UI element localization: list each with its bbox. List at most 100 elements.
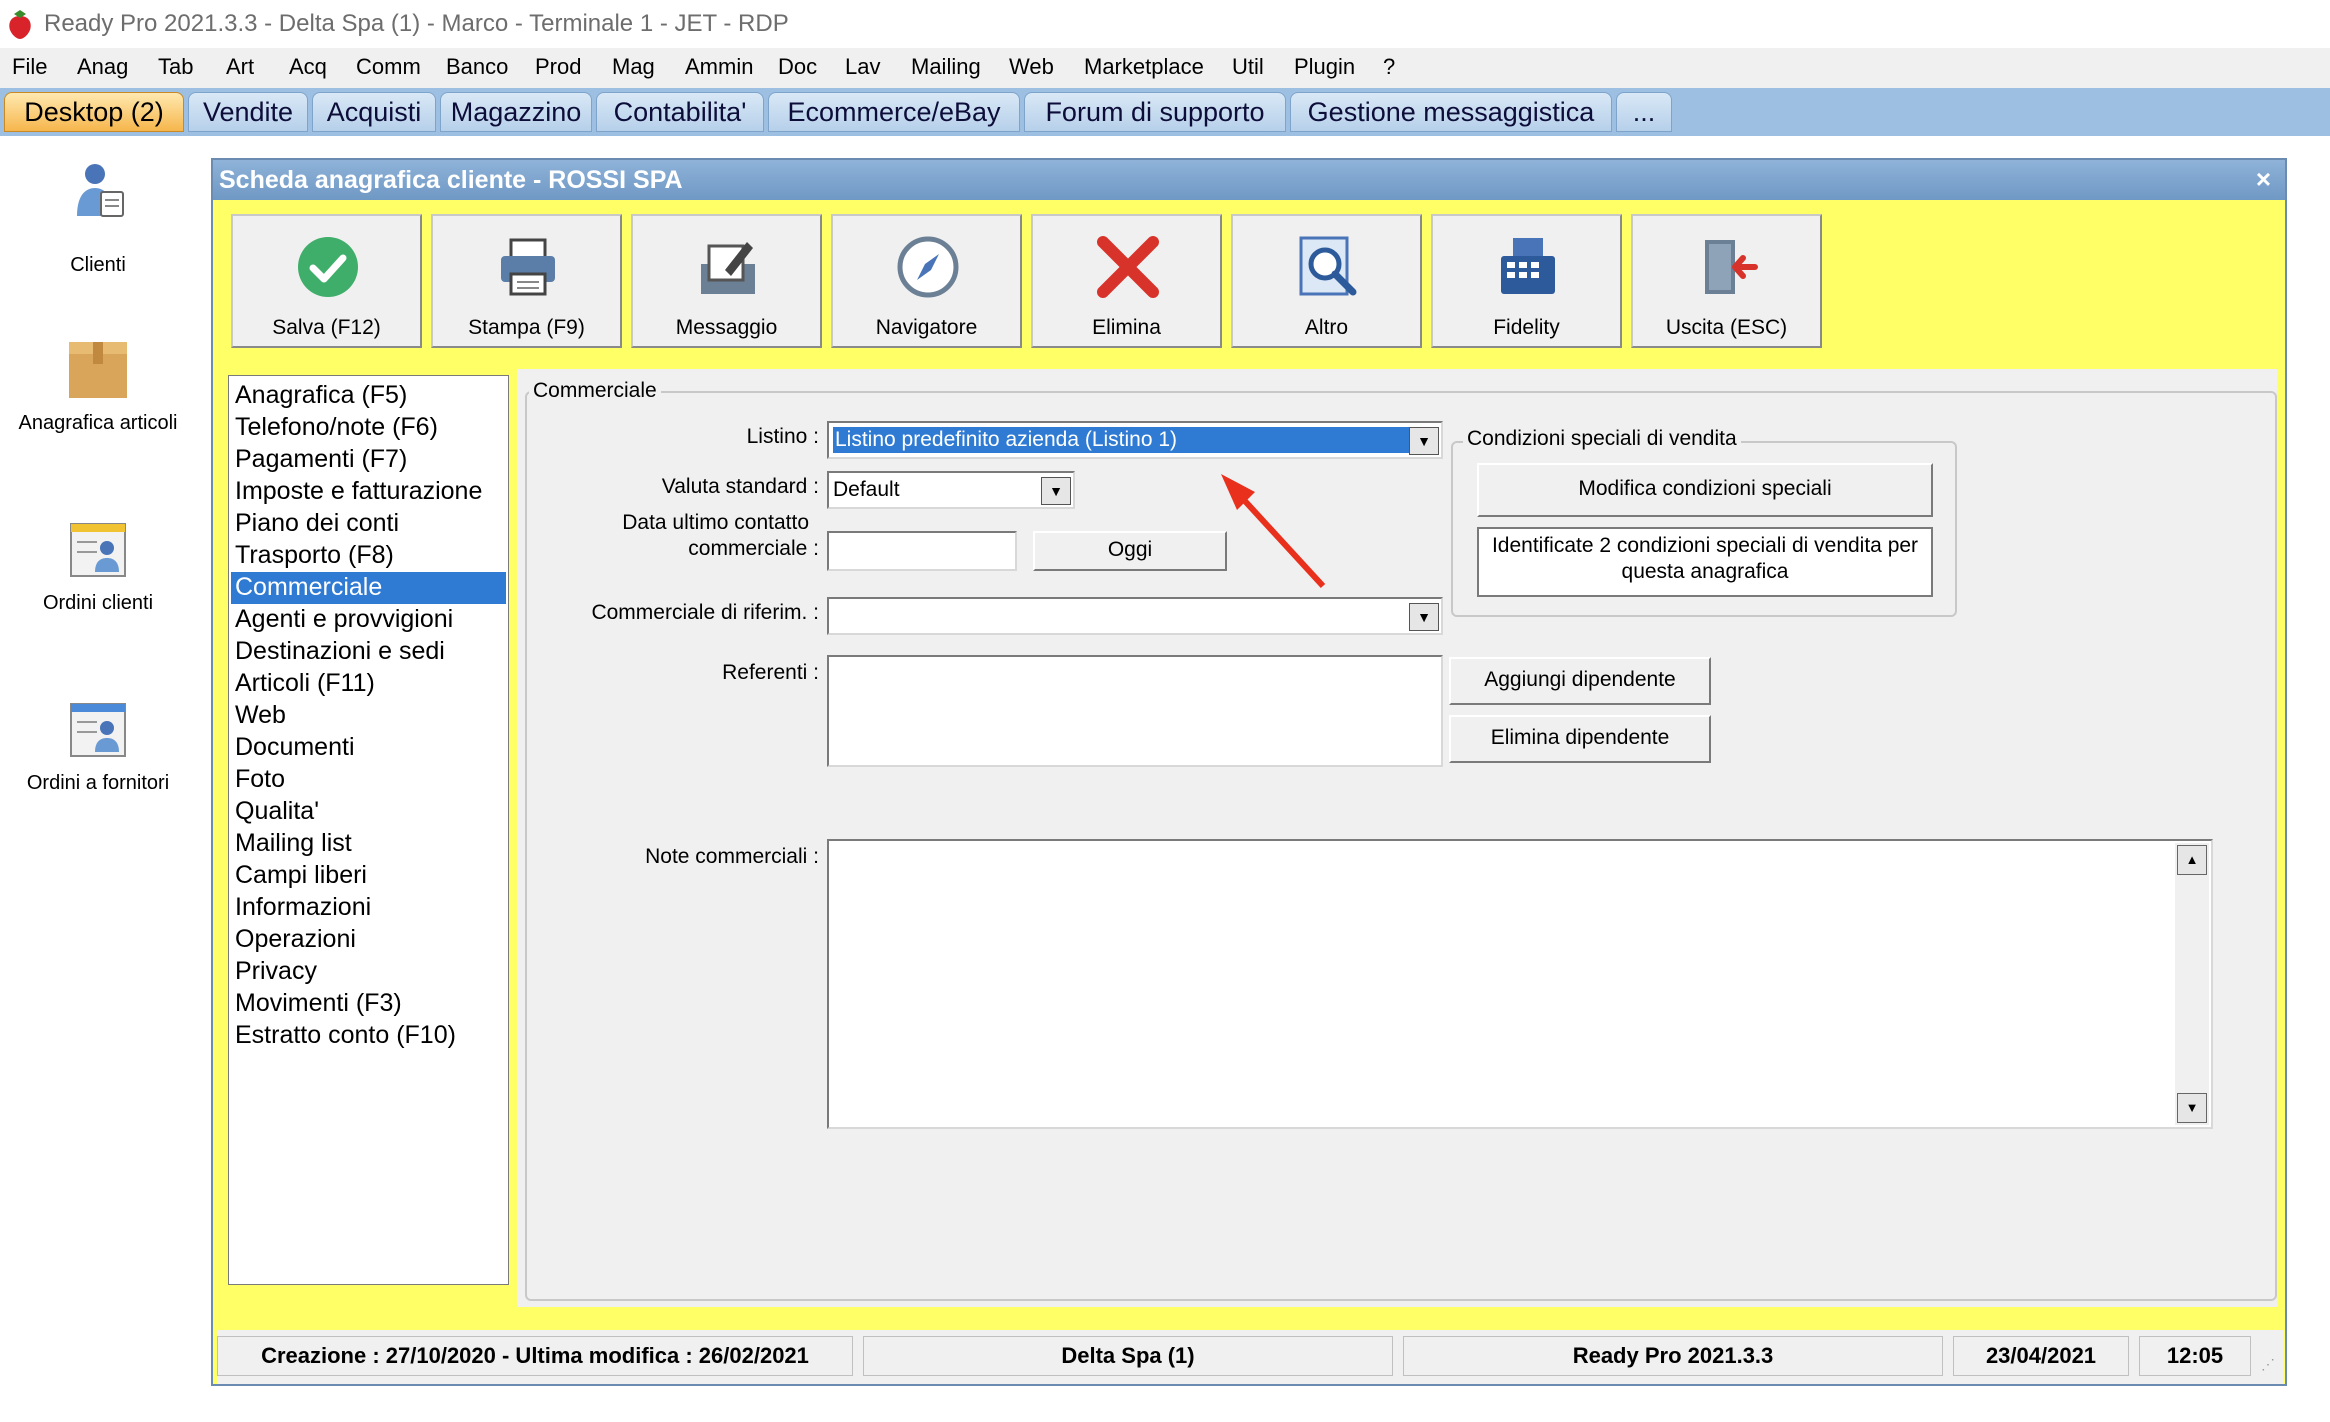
delete-x-icon (1097, 236, 1159, 298)
cash-register-icon (1501, 238, 1555, 294)
chevron-down-icon[interactable]: ▼ (1409, 427, 1439, 455)
desktop-icon-label: Clienti (70, 254, 126, 276)
nav-item-operazioni[interactable]: Operazioni (231, 924, 506, 956)
nav-item-commerciale[interactable]: Commerciale (231, 572, 506, 604)
tab-vendite[interactable]: Vendite (188, 92, 308, 132)
modifica-condizioni-button[interactable]: Modifica condizioni speciali (1477, 463, 1933, 517)
menu-tab[interactable]: Tab (158, 54, 193, 80)
commerciale-riferim-select[interactable]: ▼ (827, 597, 1443, 635)
special-conditions-title: Condizioni speciali di vendita (1463, 427, 1741, 451)
note-commerciali-textarea[interactable]: ▲ ▼ (827, 839, 2213, 1129)
scroll-down-icon[interactable]: ▼ (2177, 1093, 2207, 1123)
fidelity-button[interactable]: Fidelity (1431, 214, 1622, 348)
scroll-up-icon[interactable]: ▲ (2177, 845, 2207, 875)
menu-banco[interactable]: Banco (446, 54, 508, 80)
menu-web[interactable]: Web (1009, 54, 1054, 80)
tab-desktop[interactable]: Desktop (2) (4, 92, 184, 132)
tab-messaggistica[interactable]: Gestione messaggistica (1290, 92, 1612, 132)
referenti-list[interactable] (827, 655, 1443, 767)
chevron-down-icon[interactable]: ▼ (1409, 603, 1439, 631)
menu-util[interactable]: Util (1232, 54, 1264, 80)
nav-item-articoli[interactable]: Articoli (F11) (231, 668, 506, 700)
commerciale-group-title: Commerciale (529, 379, 661, 403)
navigator-button[interactable]: Navigatore (831, 214, 1022, 348)
desktop-icon-label: Ordini a fornitori (26, 772, 170, 794)
aggiungi-dipendente-button[interactable]: Aggiungi dipendente (1449, 657, 1711, 705)
section-list: Anagrafica (F5) Telefono/note (F6) Pagam… (228, 375, 509, 1285)
menu-ammin[interactable]: Ammin (685, 54, 753, 80)
referenti-label: Referenti : (722, 661, 819, 684)
nav-item-informazioni[interactable]: Informazioni (231, 892, 506, 924)
delete-button[interactable]: Elimina (1031, 214, 1222, 348)
tab-forum[interactable]: Forum di supporto (1024, 92, 1286, 132)
nav-item-anagrafica[interactable]: Anagrafica (F5) (231, 380, 506, 412)
nav-item-web[interactable]: Web (231, 700, 506, 732)
tab-contabilita[interactable]: Contabilita' (596, 92, 764, 132)
more-button[interactable]: Altro (1231, 214, 1422, 348)
valuta-select[interactable]: Default ▼ (827, 471, 1075, 509)
nav-item-qualita[interactable]: Qualita' (231, 796, 506, 828)
menu-acq[interactable]: Acq (289, 54, 327, 80)
special-conditions-info-line2: questa anagrafica (1621, 560, 1789, 583)
box-icon (69, 342, 127, 398)
data-contatto-input[interactable] (827, 531, 1017, 571)
customer-record-window: Scheda anagrafica cliente - ROSSI SPA × … (211, 158, 2287, 1386)
desktop-icon-ordini-fornitori[interactable]: Ordini a fornitori (3, 700, 193, 820)
tab-more[interactable]: ... (1616, 92, 1672, 132)
commerciale-panel: Commerciale Listino : Listino predefinit… (517, 369, 2277, 1307)
menu-prod[interactable]: Prod (535, 54, 581, 80)
desktop-icon-articoli[interactable]: Anagrafica articoli (3, 338, 193, 458)
nav-item-estratto-conto[interactable]: Estratto conto (F10) (231, 1020, 506, 1052)
menu-art[interactable]: Art (226, 54, 254, 80)
nav-item-trasporto[interactable]: Trasporto (F8) (231, 540, 506, 572)
menu-help[interactable]: ? (1383, 54, 1395, 80)
menu-plugin[interactable]: Plugin (1294, 54, 1355, 80)
tab-magazzino[interactable]: Magazzino (440, 92, 592, 132)
window-title-bar[interactable]: Scheda anagrafica cliente - ROSSI SPA × (213, 160, 2285, 200)
menu-doc[interactable]: Doc (778, 54, 817, 80)
nav-item-mailing-list[interactable]: Mailing list (231, 828, 506, 860)
nav-item-piano-conti[interactable]: Piano dei conti (231, 508, 506, 540)
nav-item-foto[interactable]: Foto (231, 764, 506, 796)
menu-lav[interactable]: Lav (845, 54, 880, 80)
nav-item-telefono[interactable]: Telefono/note (F6) (231, 412, 506, 444)
nav-item-destinazioni[interactable]: Destinazioni e sedi (231, 636, 506, 668)
nav-item-movimenti[interactable]: Movimenti (F3) (231, 988, 506, 1020)
menu-marketplace[interactable]: Marketplace (1084, 54, 1204, 80)
data-contatto-label-2: commerciale : (688, 537, 819, 560)
window-title: Ready Pro 2021.3.3 - Delta Spa (1) - Mar… (44, 10, 789, 37)
desktop-icon-ordini-clienti[interactable]: Ordini clienti (3, 520, 193, 640)
check-icon (298, 237, 358, 297)
status-company: Delta Spa (1) (863, 1336, 1393, 1376)
chevron-down-icon[interactable]: ▼ (1041, 477, 1071, 505)
menu-mag[interactable]: Mag (612, 54, 655, 80)
menu-mailing[interactable]: Mailing (911, 54, 981, 80)
elimina-dipendente-button[interactable]: Elimina dipendente (1449, 715, 1711, 763)
nav-item-campi-liberi[interactable]: Campi liberi (231, 860, 506, 892)
listino-value: Listino predefinito azienda (Listino 1) (832, 426, 1410, 454)
order-icon (70, 523, 126, 577)
menu-file[interactable]: File (12, 54, 47, 80)
special-conditions-info: Identificate 2 condizioni speciali di ve… (1477, 527, 1933, 597)
save-button[interactable]: Salva (F12) (231, 214, 422, 348)
close-icon[interactable]: × (2256, 164, 2271, 195)
message-button[interactable]: Messaggio (631, 214, 822, 348)
supplier-order-icon (70, 703, 126, 757)
tab-acquisti[interactable]: Acquisti (312, 92, 436, 132)
resize-grip-icon[interactable]: ⋰ (2261, 1356, 2275, 1373)
scrollbar[interactable]: ▲ ▼ (2175, 843, 2209, 1125)
print-button[interactable]: Stampa (F9) (431, 214, 622, 348)
nav-item-pagamenti[interactable]: Pagamenti (F7) (231, 444, 506, 476)
menu-anag[interactable]: Anag (77, 54, 128, 80)
nav-item-agenti[interactable]: Agenti e provvigioni (231, 604, 506, 636)
nav-item-privacy[interactable]: Privacy (231, 956, 506, 988)
nav-item-imposte[interactable]: Imposte e fatturazione (231, 476, 506, 508)
exit-button[interactable]: Uscita (ESC) (1631, 214, 1822, 348)
nav-item-documenti[interactable]: Documenti (231, 732, 506, 764)
listino-select[interactable]: Listino predefinito azienda (Listino 1) … (827, 421, 1443, 459)
status-date: 23/04/2021 (1953, 1336, 2129, 1376)
desktop-icon-clienti[interactable]: Clienti (3, 160, 193, 280)
oggi-button[interactable]: Oggi (1033, 531, 1227, 571)
tab-ecommerce[interactable]: Ecommerce/eBay (768, 92, 1020, 132)
menu-comm[interactable]: Comm (356, 54, 421, 80)
